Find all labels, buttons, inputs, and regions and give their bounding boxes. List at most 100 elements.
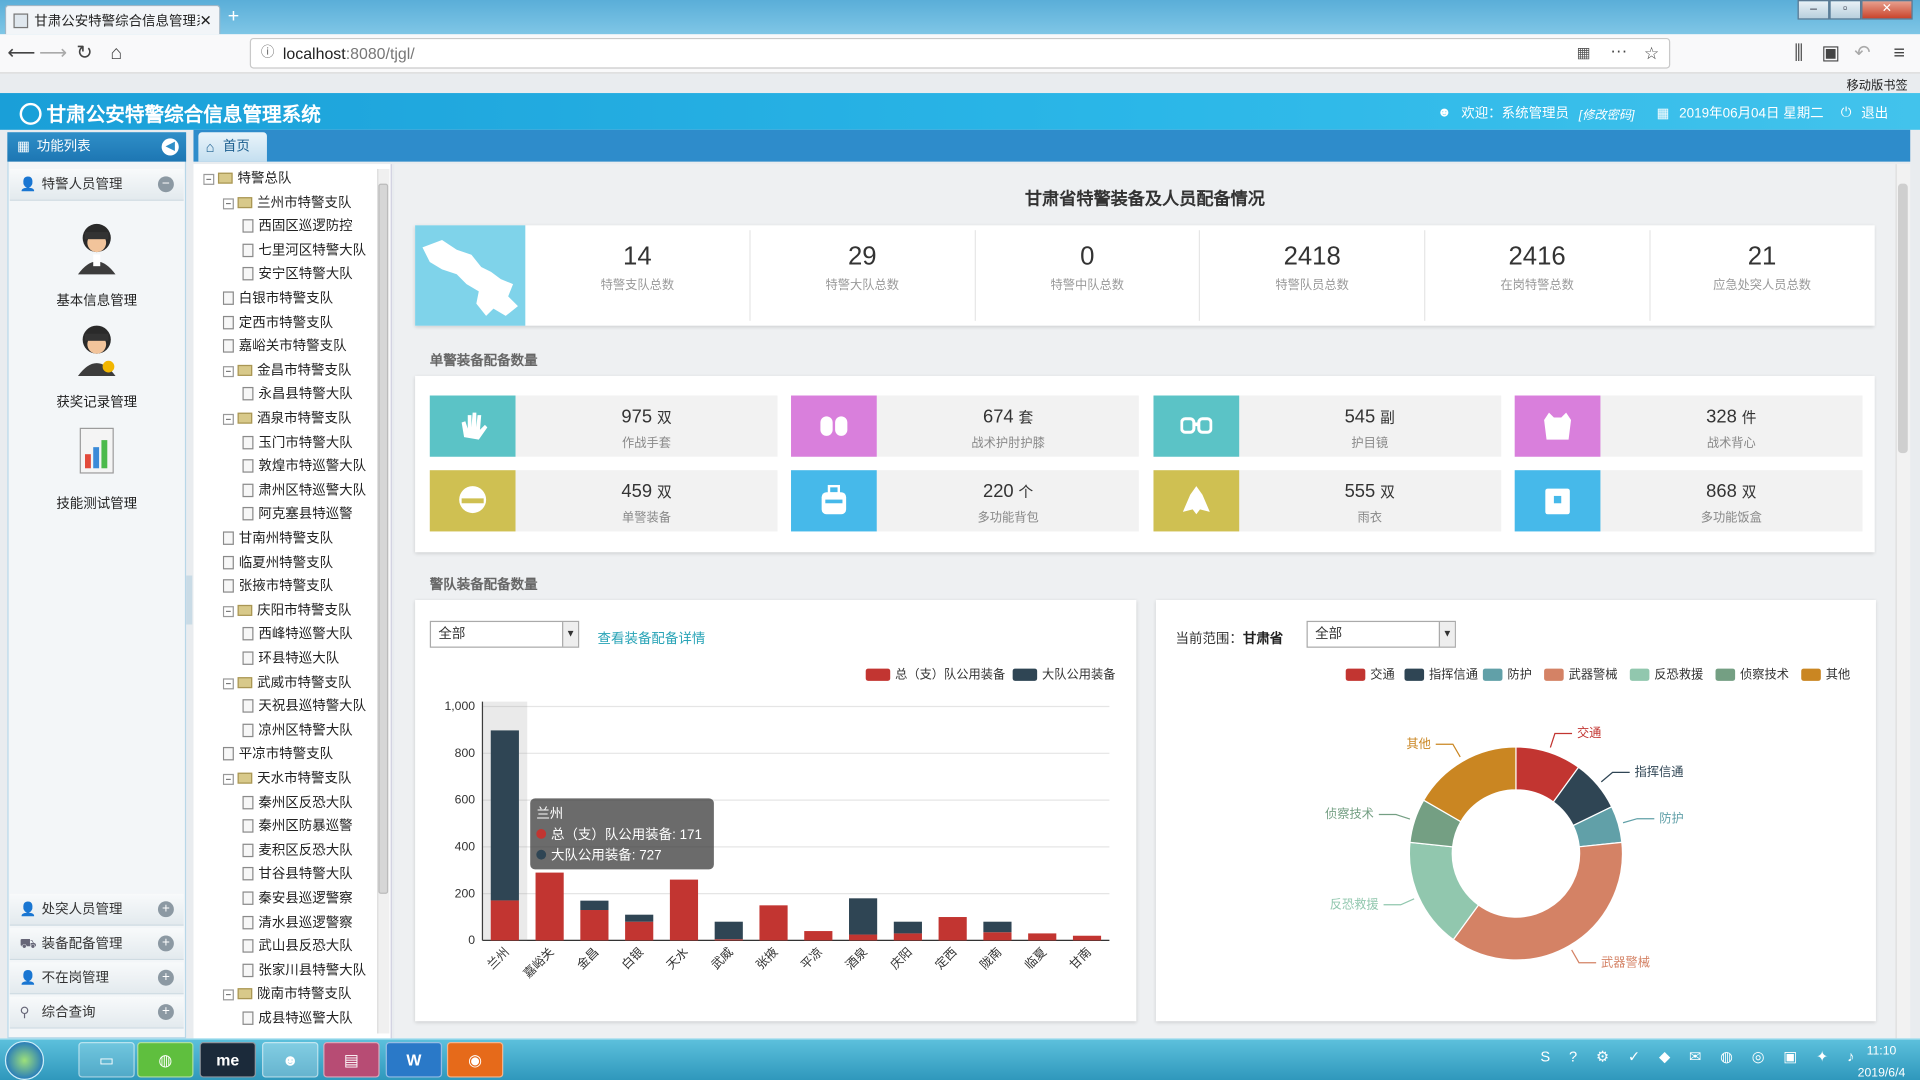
minus-icon[interactable]: − [157, 176, 174, 193]
tree-node[interactable]: 甘谷县特警大队 [242, 864, 377, 886]
tree-node[interactable]: − 酒泉市特警支队 [222, 408, 377, 430]
browser-tab[interactable]: 甘肃公安特警综合信息管理系统 ✕ [4, 4, 221, 35]
panel-splitter-handle[interactable] [186, 575, 193, 625]
tree-node[interactable]: 玉门市特警大队 [242, 432, 377, 454]
bar-segment[interactable] [983, 921, 1012, 933]
start-button[interactable] [4, 1040, 45, 1080]
menu-icon[interactable]: ≡ [1886, 40, 1913, 67]
explorer-taskbar-icon[interactable]: ▭ [78, 1042, 135, 1078]
power-icon[interactable]: ⏻ [1841, 105, 1852, 121]
tree-toggle-icon[interactable]: − [222, 989, 234, 1001]
tree-node[interactable]: 嘉峪关市特警支队 [222, 336, 377, 358]
home-icon[interactable]: ⌂ [103, 40, 130, 67]
tree-node[interactable]: 七里河区特警大队 [242, 240, 377, 262]
bar-segment[interactable] [804, 931, 833, 941]
equipment-detail-link[interactable]: 查看装备配备详情 [598, 628, 706, 648]
bar-segment[interactable] [490, 900, 519, 941]
bar-segment[interactable] [580, 900, 609, 911]
bar-segment[interactable] [669, 879, 699, 941]
bar-segment[interactable] [714, 939, 743, 941]
menu-section-absence[interactable]: 👤 不在岗管理 + [9, 962, 184, 995]
legend-label[interactable]: 指挥信通 [1429, 666, 1478, 681]
region-select[interactable]: 全部 ▼ [429, 620, 580, 648]
bar-segment[interactable] [490, 730, 519, 901]
legend-swatch[interactable] [1715, 668, 1736, 681]
menu-section-personnel[interactable]: 👤 特警人员管理 − [9, 168, 184, 201]
officer-taskbar-icon[interactable]: ☻ [262, 1042, 319, 1078]
legend-label[interactable]: 其他 [1826, 667, 1850, 681]
legend-swatch[interactable] [865, 668, 891, 681]
plus-icon[interactable]: + [157, 935, 174, 952]
plus-icon[interactable]: + [157, 969, 174, 986]
bar-segment[interactable] [714, 921, 743, 940]
tree-node[interactable]: 武山县反恐大队 [242, 936, 377, 958]
bar-segment[interactable] [1028, 933, 1057, 941]
tree-node[interactable]: 秦州区防暴巡警 [242, 816, 377, 838]
maximize-button[interactable]: ▫ [1829, 0, 1862, 20]
legend-swatch[interactable] [1012, 668, 1038, 681]
tree-node[interactable]: 敦煌市特巡警大队 [242, 456, 377, 478]
star-icon[interactable]: ☆ [1644, 39, 1659, 67]
menu-item-basic-info[interactable]: 基本信息管理 [24, 220, 168, 309]
wps-taskbar-icon[interactable]: W [385, 1042, 443, 1078]
minimize-button[interactable]: – [1797, 0, 1830, 20]
tree-node[interactable]: 西固区巡逻防控 [242, 216, 377, 238]
tree-node[interactable]: 安宁区特警大队 [242, 264, 377, 286]
tree-node[interactable]: 临夏州特警支队 [222, 552, 377, 574]
tree-node[interactable]: 张掖市特警支队 [222, 576, 377, 598]
tree-node[interactable]: 天祝县巡特警大队 [242, 696, 377, 718]
tree-node[interactable]: 平凉市特警支队 [222, 744, 377, 766]
chevron-down-icon[interactable]: ▼ [562, 622, 578, 647]
tree-node[interactable]: − 庆阳市特警支队 [222, 600, 377, 622]
window-close-button[interactable]: ✕ [1861, 0, 1913, 20]
bar-segment[interactable] [849, 898, 878, 935]
bar-segment[interactable] [625, 921, 654, 941]
tree-node[interactable]: − 天水市特警支队 [222, 768, 377, 790]
legend-label[interactable]: 武器警械 [1569, 666, 1618, 681]
tree-node[interactable]: 阿克塞县特巡警 [242, 504, 377, 526]
menu-section-query[interactable]: ⚲ 综合查询 + [9, 996, 184, 1029]
tree-node[interactable]: 白银市特警支队 [222, 288, 377, 310]
legend-swatch[interactable] [1544, 668, 1564, 681]
tree-node[interactable]: − 武威市特警支队 [222, 672, 377, 694]
tree-toggle-icon[interactable]: − [222, 365, 234, 377]
tree-toggle-icon[interactable]: − [222, 677, 234, 689]
legend-label[interactable]: 侦察技术 [1740, 667, 1789, 681]
bar-segment[interactable] [625, 914, 654, 922]
qr-icon[interactable]: ▦ [1577, 39, 1591, 67]
tree-node[interactable]: − 兰州市特警支队 [222, 192, 377, 214]
bar-segment[interactable] [938, 917, 967, 941]
tree-node[interactable]: 环县特巡大队 [242, 648, 377, 670]
database-taskbar-icon[interactable]: ▤ [323, 1042, 380, 1078]
tree-node[interactable]: 成县特巡警大队 [242, 1008, 377, 1030]
tree-toggle-icon[interactable]: − [222, 413, 234, 425]
tree-node[interactable]: 甘南州特警支队 [222, 528, 377, 550]
tree-node[interactable]: 张家川县特警大队 [242, 960, 377, 982]
logout-link[interactable]: 退出 [1861, 103, 1888, 123]
tree-node[interactable]: 麦积区反恐大队 [242, 840, 377, 862]
menu-section-equipment[interactable]: ⛟ 装备配备管理 + [9, 928, 184, 961]
tree-scrollbar-thumb[interactable] [378, 183, 389, 894]
change-password-link[interactable]: [修改密码] [1579, 103, 1635, 121]
firefox-taskbar-icon[interactable]: ◉ [446, 1042, 504, 1078]
tree-toggle-icon[interactable]: − [222, 197, 234, 209]
tree-toggle-icon[interactable]: − [203, 173, 215, 185]
legend-label[interactable]: 反恐救援 [1654, 666, 1703, 681]
tree-node[interactable]: 西峰特巡警大队 [242, 624, 377, 646]
plus-icon[interactable]: + [157, 901, 174, 918]
legend-swatch[interactable] [1404, 668, 1425, 681]
library-icon[interactable]: ⫼ [1785, 40, 1812, 67]
forward-arrow-icon[interactable]: ⟶ [39, 40, 67, 67]
legend-label[interactable]: 大队公用装备 [1042, 666, 1115, 681]
legend-swatch[interactable] [1482, 668, 1503, 681]
legend-swatch[interactable] [1801, 668, 1821, 681]
tree-toggle-icon[interactable]: − [222, 773, 234, 785]
legend-label[interactable]: 交通 [1370, 666, 1394, 681]
tree-toggle-icon[interactable]: − [222, 605, 234, 617]
bar-segment[interactable] [893, 921, 922, 934]
tree-node[interactable]: − 金昌市特警支队 [222, 360, 377, 382]
reload-icon[interactable]: ↻ [71, 40, 98, 67]
menu-section-emergency[interactable]: 👤 处突人员管理 + [9, 893, 184, 926]
legend-swatch[interactable] [1629, 668, 1650, 681]
tree-node[interactable]: 秦安县巡逻警察 [242, 888, 377, 910]
